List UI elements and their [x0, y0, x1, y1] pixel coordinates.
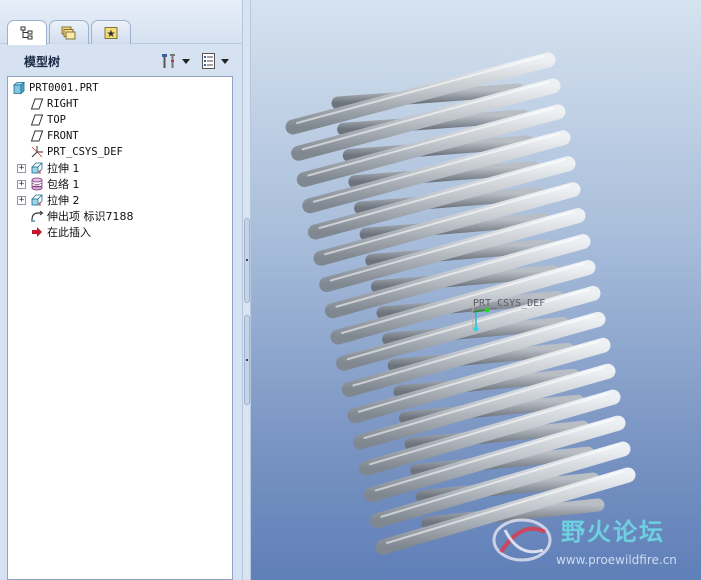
tree-item-part[interactable]: PRT0001.PRT: [12, 80, 99, 96]
protrusion-icon: [31, 210, 44, 222]
extrude-icon: [31, 162, 43, 174]
tree-item-label: FRONT: [47, 130, 79, 142]
tree-item-label: TOP: [47, 114, 66, 126]
model-tree-header: 模型树: [0, 44, 242, 74]
part-icon: [12, 81, 26, 95]
star-icon: [104, 26, 118, 39]
expand-toggle[interactable]: +: [17, 164, 26, 173]
tree-item-wrap-1[interactable]: 包络 1: [30, 176, 80, 192]
tree-item-datum-front[interactable]: FRONT: [30, 128, 79, 144]
tree-item-label: 伸出项 标识7188: [47, 210, 134, 223]
settings-dropdown-button[interactable]: [160, 52, 190, 70]
tree-item-label: PRT_CSYS_DEF: [47, 146, 123, 158]
tools-icon: [162, 54, 175, 68]
datum-plane-icon: [30, 130, 44, 142]
navigator-panel: 模型树 PRT0001.PRT RIGHT TOP FRONT PRT_CSYS…: [0, 0, 242, 580]
graphics-window[interactable]: PRT_CSYS_DEF 野火论坛 www.proewildfire.cn: [251, 0, 701, 580]
tree-item-csys[interactable]: PRT_CSYS_DEF: [30, 144, 123, 160]
tree-item-extrude-2[interactable]: 拉伸 2: [30, 192, 80, 208]
csys-icon: [31, 146, 43, 158]
extrude-icon: [31, 194, 43, 206]
show-dropdown-button[interactable]: [201, 52, 229, 70]
tree-item-label: 拉伸 2: [47, 194, 80, 207]
tree-item-extrude-1[interactable]: 拉伸 1: [30, 160, 80, 176]
spring-model: [285, 52, 636, 555]
splitter-handle-lower[interactable]: [244, 315, 250, 405]
tab-model-tree[interactable]: [7, 20, 47, 45]
tree-item-label: 包络 1: [47, 178, 80, 191]
list-icon: [202, 53, 215, 69]
splitter-handle-upper[interactable]: [244, 218, 250, 303]
tree-item-label: 在此插入: [47, 226, 91, 239]
panel-splitter[interactable]: [242, 0, 251, 580]
expand-toggle[interactable]: +: [17, 180, 26, 189]
tab-favorites[interactable]: [91, 20, 131, 44]
folders-icon: [61, 26, 76, 39]
tree-item-datum-top[interactable]: TOP: [30, 112, 66, 128]
tree-structure-icon: [20, 26, 33, 40]
chevron-down-icon: [182, 58, 190, 64]
expand-toggle[interactable]: +: [17, 196, 26, 205]
csys-label: PRT_CSYS_DEF: [473, 298, 546, 309]
tree-item-datum-right[interactable]: RIGHT: [30, 96, 79, 112]
tree-item-insert-here[interactable]: 在此插入: [30, 224, 91, 240]
insert-here-arrow-icon: [32, 227, 42, 237]
model-tree: PRT0001.PRT RIGHT TOP FRONT PRT_CSYS_DEF…: [7, 76, 233, 580]
tree-item-label: RIGHT: [47, 98, 79, 110]
tree-item-protrusion[interactable]: 伸出项 标识7188: [30, 208, 134, 224]
tree-item-label: 拉伸 1: [47, 162, 80, 175]
wrap-icon: [31, 177, 43, 191]
datum-plane-icon: [30, 114, 44, 126]
watermark-logo-icon: [492, 518, 552, 562]
navigator-tabstrip: [0, 0, 242, 45]
watermark-text: 野火论坛: [561, 518, 665, 546]
panel-title: 模型树: [24, 55, 61, 69]
chevron-down-icon: [221, 58, 229, 64]
tab-folder-browser[interactable]: [49, 20, 89, 44]
tree-item-label: PRT0001.PRT: [29, 82, 99, 94]
watermark-url: www.proewildfire.cn: [556, 553, 677, 567]
datum-plane-icon: [30, 98, 44, 110]
